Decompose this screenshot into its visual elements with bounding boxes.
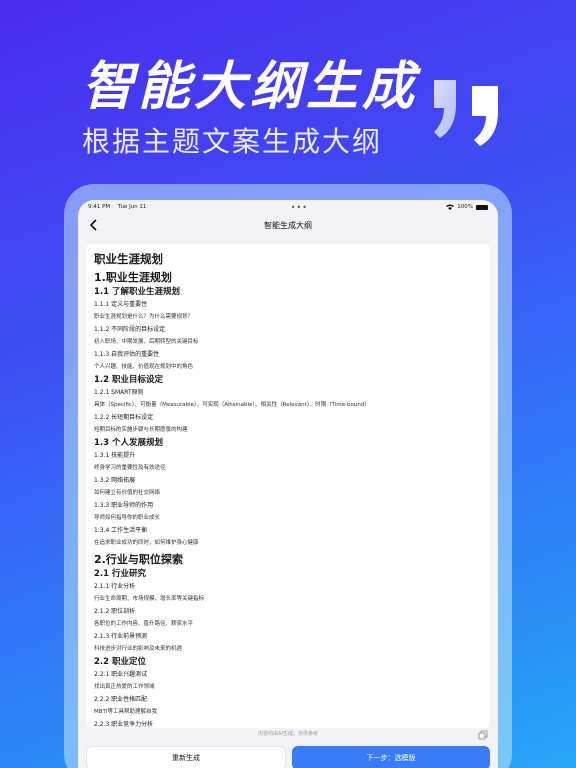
nav-title: 智能生成大纲 — [264, 220, 312, 230]
regenerate-button[interactable]: 重新生成 — [86, 746, 286, 768]
outline-line: 具体（Specific）、可衡量（Measurable）、可实现（Attaina… — [94, 402, 370, 408]
outline-line: 行业生命周期、市场规模、增长率等关键指标 — [94, 596, 205, 602]
outline-line: 1.3.3 职业导师的作用 — [94, 502, 154, 509]
app-screen: 9:41 PM Tue Jun 11 ••• 100% 智能生成大纲 职业生涯规… — [78, 200, 498, 768]
outline-line: 各职位的工作内容、晋升路径、薪资水平 — [94, 621, 194, 627]
outline-line: 职业生涯规划 — [94, 252, 163, 266]
outline-line: 1.2.1 SMART原则 — [94, 389, 144, 396]
outline-line: 1.1.2 不同阶段的目标设定 — [94, 326, 166, 333]
outline-line: 科技进步对行业的影响及未来的机遇 — [94, 646, 183, 652]
next-choose-template-button[interactable]: 下一步：选模版 — [292, 746, 490, 768]
outline-line: 1.3.4 工作生活平衡 — [94, 527, 148, 534]
nav-bar: 智能生成大纲 — [78, 214, 498, 236]
outline-line: 1.3.1 技能提升 — [94, 452, 136, 459]
status-time: 9:41 PM — [88, 204, 111, 210]
outline-line: MBTI等工具帮助理解自我 — [94, 709, 158, 715]
status-date: Tue Jun 11 — [117, 204, 147, 210]
outline-line: 导师如何指导你的职业成长 — [94, 515, 161, 521]
tablet-frame: 9:41 PM Tue Jun 11 ••• 100% 智能生成大纲 职业生涯规… — [64, 184, 512, 768]
outline-line: 找出真正热爱的工作领域 — [94, 684, 155, 690]
battery-percent: 100% — [457, 204, 473, 210]
outline-line: 1.2 职业目标设定 — [94, 375, 164, 385]
outline-line: 1.2.2 长短期目标设定 — [94, 414, 154, 421]
multitask-dots[interactable]: ••• — [291, 203, 308, 212]
outline-line: 2.2.3 职业竞争力分析 — [94, 721, 154, 728]
outline-line: 1.职业生涯规划 — [94, 271, 172, 284]
outline-card[interactable]: 职业生涯规划 1.职业生涯规划 1.1 了解职业生涯规划 1.1.1 定义与重要性职业… — [86, 244, 490, 728]
outline-line: 2.1.2 职位剖析 — [94, 608, 136, 615]
status-left: 9:41 PM Tue Jun 11 — [88, 204, 152, 210]
battery-icon — [475, 204, 488, 210]
hero-subtitle: 根据主题文案生成大纲 — [82, 125, 383, 158]
outline-line: 2.2.2 职业性格匹配 — [94, 696, 148, 703]
outline-line: 1.1.3 自我评估的重要性 — [94, 351, 160, 358]
copy-icon[interactable] — [478, 730, 488, 740]
wifi-icon — [446, 204, 455, 210]
outline-line: 初入职场、中期发展、后期转型的关键目标 — [94, 339, 199, 345]
outline-line: 1.1.1 定义与重要性 — [94, 301, 148, 308]
outline-line: 终身学习的重要性及有效途径 — [94, 465, 166, 471]
outline-line: 如何建立有价值的社交网络 — [94, 490, 161, 496]
outline-line: 1.3 个人发展规划 — [94, 438, 164, 448]
outline-line: 2.1.3 行业前景预测 — [94, 633, 148, 640]
outline-line: 2.1 行业研究 — [94, 569, 147, 579]
outline-line: 2.行业与职位探索 — [94, 553, 183, 566]
status-bar: 9:41 PM Tue Jun 11 ••• 100% — [78, 200, 498, 214]
outline-line: 1.3.2 网络拓展 — [94, 477, 136, 484]
action-buttons: 重新生成 下一步：选模版 — [86, 746, 490, 768]
outline-line: 在追求职业成功的同时，如何维护身心健康 — [94, 540, 199, 546]
outline-line: 2.2.1 职业兴趣测试 — [94, 671, 148, 678]
outline-line: 2.1.1 行业分析 — [94, 583, 136, 590]
outline-line: 短期目标的实施步骤与长期愿景的构建 — [94, 427, 188, 433]
back-arrow-icon[interactable] — [88, 219, 100, 231]
quote-mark-icon — [434, 80, 498, 146]
outline-line: 2.2 职业定位 — [94, 657, 147, 667]
status-right: 100% — [446, 204, 488, 210]
outline-line: 1.1 了解职业生涯规划 — [94, 287, 181, 297]
outline-line: 个人兴趣、技能、价值观在规划中的角色 — [94, 364, 194, 370]
outline-line: 职业生涯规划是什么？为什么需要规划？ — [94, 314, 194, 320]
hero-title: 智能大纲生成 — [82, 57, 419, 117]
ai-disclaimer: 内容均由AI生成，仅供参考 — [258, 731, 318, 737]
